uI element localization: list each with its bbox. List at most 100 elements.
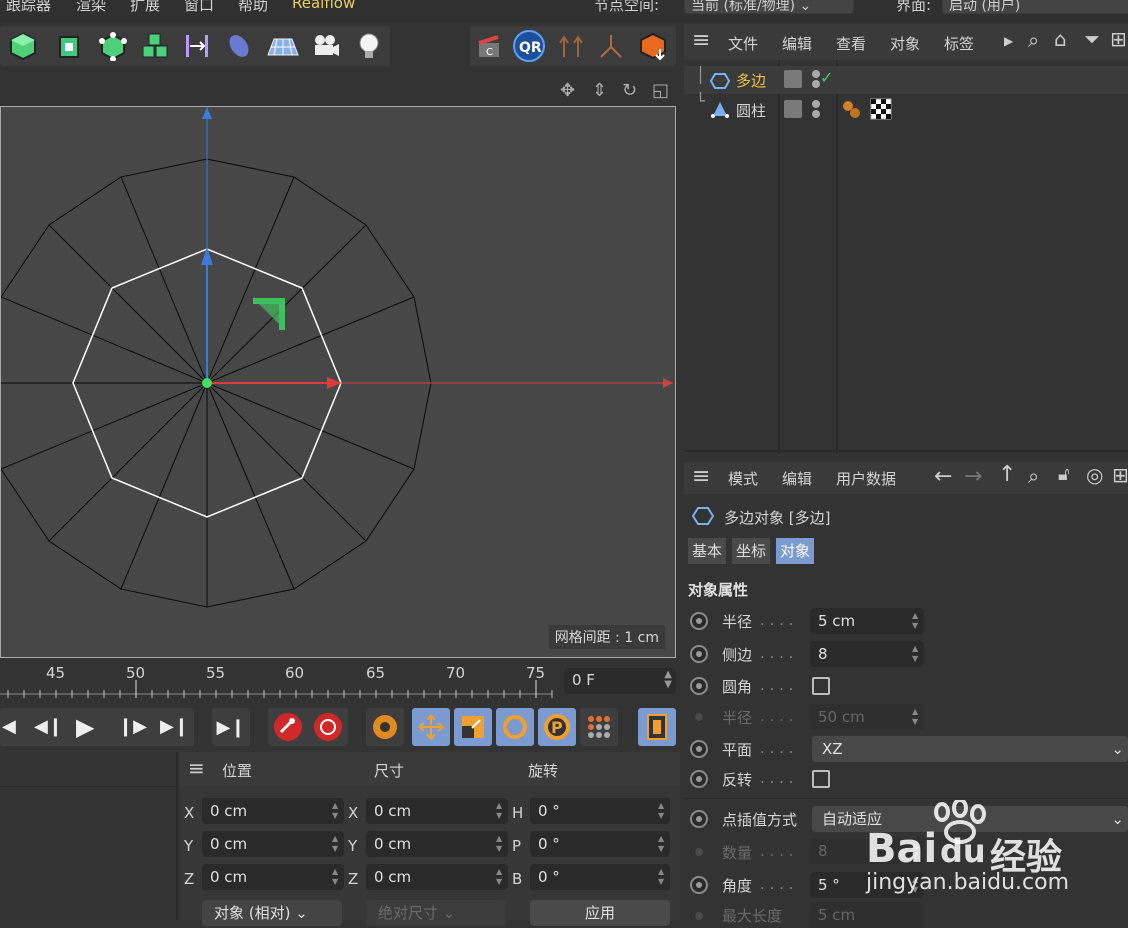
object-row[interactable]: │ 多边 ✓	[684, 66, 1128, 94]
current-frame-field[interactable]: 0 F ▲ ▼	[564, 668, 676, 694]
lock-icon[interactable]: 🔓︎	[1058, 464, 1070, 485]
animate-radio[interactable]	[690, 770, 708, 788]
nurbs-icon[interactable]	[50, 26, 88, 66]
cloner-icon[interactable]	[136, 26, 174, 66]
radius-field[interactable]: 5 cm ▲ ▼	[810, 608, 924, 634]
visibility-dot-icon[interactable]	[812, 70, 820, 78]
am-menu-userdata[interactable]: 用户数据	[836, 468, 896, 489]
rot-b-field[interactable]: 0 ° ▲ ▼	[530, 864, 670, 890]
rot-p-field[interactable]: 0 ° ▲ ▼	[530, 831, 670, 857]
menu-extensions[interactable]: 扩展	[130, 0, 160, 15]
editor-visibility-icon[interactable]	[784, 70, 802, 88]
point-level-icon[interactable]	[580, 708, 618, 746]
field-icon[interactable]	[220, 26, 258, 66]
dolly-icon[interactable]: ⇕	[592, 80, 607, 101]
camera-icon[interactable]	[306, 26, 344, 66]
render-dot-icon[interactable]	[812, 110, 820, 118]
pos-x-field[interactable]: 0 cm ▲ ▼	[202, 798, 344, 824]
om-menu-tag[interactable]: 标签	[944, 33, 974, 54]
hamburger-icon[interactable]: ≡	[692, 28, 710, 53]
om-menu-file[interactable]: 文件	[728, 33, 758, 54]
light-icon[interactable]	[350, 26, 388, 66]
menu-tracker[interactable]: 跟踪器	[6, 0, 51, 15]
sides-field[interactable]: 8 ▲ ▼	[810, 641, 924, 667]
animate-radio[interactable]	[690, 645, 708, 663]
home-icon[interactable]: ⌂	[1054, 27, 1067, 51]
search-icon[interactable]: ⌕	[1028, 464, 1039, 488]
am-menu-mode[interactable]: 模式	[728, 468, 758, 489]
plane-select[interactable]: XZ ⌄	[812, 736, 1128, 762]
pos-z-field[interactable]: 0 cm ▲ ▼	[202, 864, 344, 890]
tab-coord[interactable]: 坐标	[732, 538, 771, 564]
tab-basic[interactable]: 基本	[688, 538, 727, 564]
size-y-field[interactable]: 0 cm ▲ ▼	[366, 831, 508, 857]
fillet-checkbox[interactable]	[812, 677, 830, 695]
menu-window[interactable]: 窗口	[184, 0, 214, 15]
animate-radio[interactable]	[690, 677, 708, 695]
clapper-icon[interactable]: C	[470, 26, 508, 66]
am-menu-edit[interactable]: 编辑	[782, 468, 812, 489]
animate-radio[interactable]	[690, 612, 708, 630]
prev-frame-icon[interactable]: ◀❙	[34, 716, 63, 737]
viewport-canvas[interactable]: 网格间距 : 1 cm	[0, 106, 676, 658]
stepper-icon[interactable]: ▲ ▼	[664, 670, 672, 690]
animate-radio[interactable]	[690, 810, 708, 828]
qr-icon[interactable]: QR	[510, 26, 548, 66]
param-key-icon[interactable]: P	[538, 708, 576, 746]
forward-arrow-icon[interactable]: →	[964, 464, 982, 489]
floor-icon[interactable]	[264, 26, 302, 66]
pos-y-field[interactable]: 0 cm ▲ ▼	[202, 831, 344, 857]
object-name[interactable]: 多边	[736, 70, 766, 91]
coord-mode-select[interactable]: 对象 (相对) ⌄	[202, 900, 342, 926]
filter-icon[interactable]: ⏷	[1084, 27, 1100, 51]
reverse-checkbox[interactable]	[812, 770, 830, 788]
array-icon[interactable]	[94, 26, 132, 66]
editor-visibility-icon[interactable]	[784, 100, 802, 118]
hamburger-icon[interactable]: ≡	[188, 756, 205, 780]
next-frame-icon[interactable]: ❙▶	[118, 716, 147, 737]
new-window-icon[interactable]: ⊞	[1110, 27, 1127, 51]
om-menu-view[interactable]: 查看	[836, 33, 866, 54]
pan-icon[interactable]: ✥	[560, 80, 575, 101]
rotate-key-icon[interactable]	[496, 708, 534, 746]
joint-icon[interactable]	[552, 26, 590, 66]
node-space-select[interactable]: 当前 (标准/物理) ⌄	[684, 0, 854, 14]
maximize-icon[interactable]: ◱	[652, 80, 669, 101]
film-icon[interactable]	[638, 708, 676, 746]
hamburger-icon[interactable]: ≡	[692, 464, 710, 489]
rot-h-field[interactable]: 0 ° ▲ ▼	[530, 798, 670, 824]
settings-gear-icon[interactable]	[366, 708, 404, 746]
menu-realflow[interactable]: Realflow	[292, 0, 355, 12]
target-icon[interactable]: ◎	[1086, 463, 1103, 487]
export-icon[interactable]	[634, 26, 672, 66]
object-row[interactable]: └ 圆柱	[684, 92, 1128, 124]
animate-radio[interactable]	[690, 876, 708, 894]
cube-icon[interactable]	[4, 26, 42, 66]
size-z-field[interactable]: 0 cm ▲ ▼	[366, 864, 508, 890]
up-arrow-icon[interactable]: ↑	[998, 462, 1016, 487]
size-x-field[interactable]: 0 cm ▲ ▼	[366, 798, 508, 824]
object-name[interactable]: 圆柱	[736, 100, 766, 121]
back-arrow-icon[interactable]: ←	[934, 464, 952, 489]
next-key-icon[interactable]: ▶❙	[160, 716, 189, 737]
render-dot-icon[interactable]	[812, 80, 820, 88]
animate-radio[interactable]	[690, 740, 708, 758]
material-tag-icon[interactable]	[840, 98, 864, 122]
tab-object[interactable]: 对象	[776, 538, 815, 564]
deformer-icon[interactable]	[178, 26, 216, 66]
size-mode-select[interactable]: 绝对尺寸 ⌄	[366, 900, 506, 926]
orbit-icon[interactable]: ↻	[622, 80, 637, 101]
play-icon[interactable]: ▶	[76, 713, 94, 741]
goto-end-icon[interactable]: ▶❙	[212, 708, 250, 746]
apply-button[interactable]: 应用	[530, 900, 670, 926]
ik-icon[interactable]	[592, 26, 630, 66]
om-menu-object[interactable]: 对象	[890, 33, 920, 54]
menu-render[interactable]: 渲染	[76, 0, 106, 15]
scale-key-icon[interactable]	[454, 708, 492, 746]
enabled-check-icon[interactable]: ✓	[820, 68, 833, 87]
new-window-icon[interactable]: ⊞	[1112, 463, 1128, 487]
prev-key-icon[interactable]: ◀	[2, 716, 16, 737]
menu-help[interactable]: 帮助	[238, 0, 268, 15]
om-menu-edit[interactable]: 编辑	[782, 33, 812, 54]
texture-tag-icon[interactable]	[870, 98, 892, 120]
